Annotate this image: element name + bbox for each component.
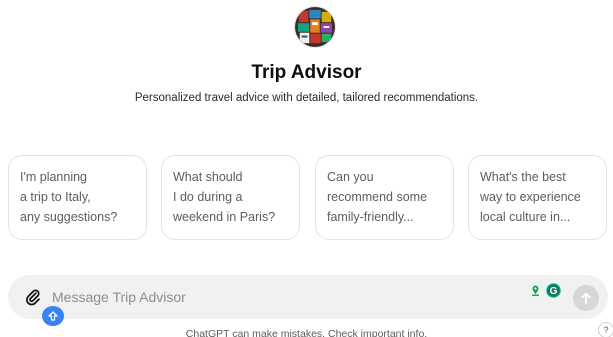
starter-card[interactable]: Can you recommend some family-friendly..… — [315, 155, 454, 240]
upload-badge-icon[interactable] — [42, 306, 64, 326]
help-button[interactable]: ? — [598, 322, 613, 337]
starter-card[interactable]: What's the best way to experience local … — [468, 155, 607, 240]
arrow-up-icon — [581, 292, 591, 304]
message-input[interactable] — [52, 285, 512, 309]
grammarly-icon[interactable]: G — [546, 283, 561, 298]
send-button[interactable] — [573, 285, 599, 311]
starter-card[interactable]: What should I do during a weekend in Par… — [161, 155, 300, 240]
disclaimer-text: ChatGPT can make mistakes. Check importa… — [185, 328, 428, 337]
message-composer: G — [8, 275, 608, 319]
starter-card[interactable]: I'm planning a trip to Italy, any sugges… — [8, 155, 147, 240]
gpt-title: Trip Advisor — [251, 62, 362, 83]
svg-text:G: G — [550, 286, 558, 297]
luggage-collage-avatar-icon — [295, 7, 335, 47]
chat-page: Trip Advisor Personalized travel advice … — [0, 0, 613, 337]
extension-icons: G — [528, 283, 561, 298]
gpt-avatar — [294, 6, 336, 48]
location-pin-extension-icon[interactable] — [528, 283, 543, 298]
gpt-description: Personalized travel advice with detailed… — [134, 92, 479, 104]
paperclip-icon[interactable] — [22, 286, 44, 308]
